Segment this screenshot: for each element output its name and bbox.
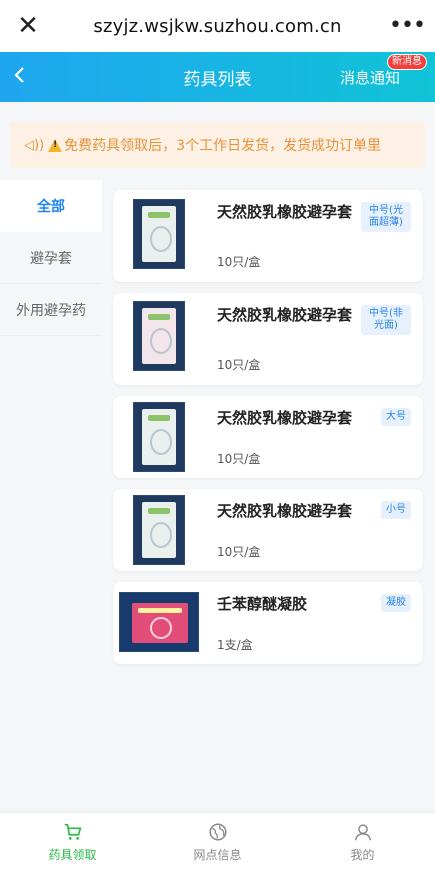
user-icon <box>354 823 371 840</box>
close-icon[interactable]: ✕ <box>0 0 56 52</box>
product-tag: 中号(非光面) <box>361 305 411 335</box>
product-spec: 10只/盒 <box>217 452 261 466</box>
product-card[interactable]: 天然胶乳橡胶避孕套 10只/盒 中号(非光面) <box>113 293 423 385</box>
sidebar-item-all[interactable]: 全部 <box>0 180 102 232</box>
sidebar-item-condom[interactable]: 避孕套 <box>0 232 102 284</box>
product-tag: 小号 <box>381 501 411 519</box>
sidebar-item-label: 外用避孕药 <box>16 302 86 319</box>
product-image <box>119 592 199 652</box>
product-name: 天然胶乳橡胶避孕套 <box>217 409 353 427</box>
product-card[interactable]: 天然胶乳橡胶避孕套 10只/盒 小号 <box>113 489 423 571</box>
product-tag: 中号(光面超薄) <box>361 202 411 232</box>
tab-label: 网点信息 <box>193 847 242 862</box>
new-message-badge: 新消息 <box>387 53 427 70</box>
product-list: 天然胶乳橡胶避孕套 10只/盒 中号(光面超薄) 天然胶乳橡胶避孕套 10只/盒… <box>113 190 423 675</box>
globe-icon <box>208 822 227 841</box>
product-spec: 10只/盒 <box>217 255 261 269</box>
product-spec: 10只/盒 <box>217 358 261 372</box>
product-image <box>133 199 185 269</box>
sidebar-item-label: 全部 <box>37 199 65 215</box>
tab-medicine-claim[interactable]: 药具领取 <box>0 813 145 870</box>
bottom-tabbar: 药具领取 网点信息 我的 <box>0 812 435 870</box>
product-image <box>133 301 185 371</box>
tab-label: 我的 <box>350 847 375 862</box>
notify-label: 消息通知 <box>340 68 401 87</box>
sidebar-item-label: 避孕套 <box>30 250 72 267</box>
speaker-icon: ◁)) <box>24 137 45 153</box>
app-header: 药具列表 消息通知 新消息 <box>0 52 435 102</box>
product-name: 壬苯醇醚凝胶 <box>217 595 308 613</box>
sidebar-item-topical[interactable]: 外用避孕药 <box>0 284 102 336</box>
more-icon[interactable]: ••• <box>379 0 435 52</box>
product-image <box>133 402 185 472</box>
product-card[interactable]: 壬苯醇醚凝胶 1支/盒 凝胶 <box>113 582 423 664</box>
product-name: 天然胶乳橡胶避孕套 <box>217 203 353 221</box>
product-name: 天然胶乳橡胶避孕套 <box>217 306 353 324</box>
browser-bar: ✕ szyjz.wsjkw.suzhou.com.cn ••• <box>0 0 435 52</box>
product-card[interactable]: 天然胶乳橡胶避孕套 10只/盒 大号 <box>113 396 423 478</box>
product-image <box>133 495 185 565</box>
tab-outlet-info[interactable]: 网点信息 <box>145 813 290 870</box>
product-spec: 10只/盒 <box>217 545 261 559</box>
tab-mine[interactable]: 我的 <box>290 813 435 870</box>
product-name: 天然胶乳橡胶避孕套 <box>217 502 353 520</box>
cart-icon <box>64 823 81 840</box>
product-card[interactable]: 天然胶乳橡胶避孕套 10只/盒 中号(光面超薄) <box>113 190 423 282</box>
notify-button[interactable]: 消息通知 新消息 <box>340 53 435 88</box>
product-spec: 1支/盒 <box>217 638 253 652</box>
product-tag: 凝胶 <box>381 594 411 612</box>
notice-banner: ◁)) 免费药具领取后，3个工作日发货，发货成功订单里 <box>10 122 425 168</box>
url-text: szyjz.wsjkw.suzhou.com.cn <box>93 15 342 37</box>
category-sidebar: 全部 避孕套 外用避孕药 <box>0 180 102 810</box>
back-icon[interactable] <box>0 65 40 90</box>
tab-label: 药具领取 <box>48 847 97 862</box>
page-title: 药具列表 <box>183 69 252 90</box>
warning-icon <box>48 138 63 152</box>
notice-text: 免费药具领取后，3个工作日发货，发货成功订单里 <box>64 138 382 154</box>
product-tag: 大号 <box>381 408 411 426</box>
